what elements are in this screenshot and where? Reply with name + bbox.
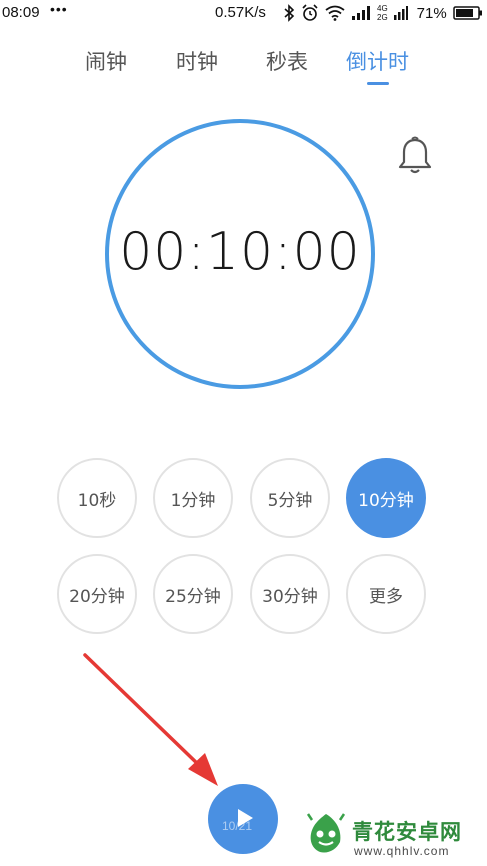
tab-bar: 闹钟 时钟 秒表 倒计时	[0, 42, 487, 92]
preset-10-seconds[interactable]: 10秒	[57, 458, 137, 538]
battery-percent: 71%	[416, 4, 447, 22]
signal-icon	[352, 6, 370, 20]
preset-30-minutes[interactable]: 30分钟	[250, 554, 330, 634]
watermark-title: 青花安卓网	[352, 820, 462, 844]
tab-countdown[interactable]: 倒计时	[346, 46, 409, 76]
bluetooth-icon	[284, 4, 295, 22]
bell-icon[interactable]	[397, 136, 433, 176]
tab-alarm[interactable]: 闹钟	[85, 46, 127, 76]
countdown-time: 00:10:00	[119, 222, 361, 282]
tab-stopwatch[interactable]: 秒表	[266, 46, 308, 76]
watermark-url: www.qhhlv.com	[354, 844, 450, 858]
watermark-logo	[306, 813, 346, 853]
status-network-speed: 0.57K/s	[215, 4, 266, 21]
status-more-dots: •••	[50, 1, 68, 17]
status-time: 08:09	[2, 4, 40, 21]
preset-20-minutes[interactable]: 20分钟	[57, 554, 137, 634]
status-icons: 4G 2G 71%	[283, 2, 483, 24]
preset-5-minutes[interactable]: 5分钟	[250, 458, 330, 538]
preset-more[interactable]: 更多	[346, 554, 426, 634]
preset-10-minutes[interactable]: 10分钟	[346, 458, 426, 538]
image-overlay-text: 10/21	[222, 819, 253, 833]
battery-icon	[452, 6, 482, 20]
signal-icon-secondary	[393, 6, 408, 20]
network-label-2g: 2G	[377, 13, 388, 22]
network-type-labels: 4G 2G	[377, 4, 388, 22]
tab-clock[interactable]: 时钟	[176, 46, 218, 76]
status-bar: 08:09 ••• 0.57K/s 4G 2G 71%	[0, 0, 487, 26]
active-tab-indicator	[367, 82, 389, 85]
wifi-icon	[325, 5, 345, 21]
network-label-4g: 4G	[377, 4, 388, 13]
alarm-clock-icon	[302, 4, 318, 21]
preset-25-minutes[interactable]: 25分钟	[153, 554, 233, 634]
preset-1-minute[interactable]: 1分钟	[153, 458, 233, 538]
watermark: 青花安卓网 www.qhhlv.com	[302, 808, 482, 862]
